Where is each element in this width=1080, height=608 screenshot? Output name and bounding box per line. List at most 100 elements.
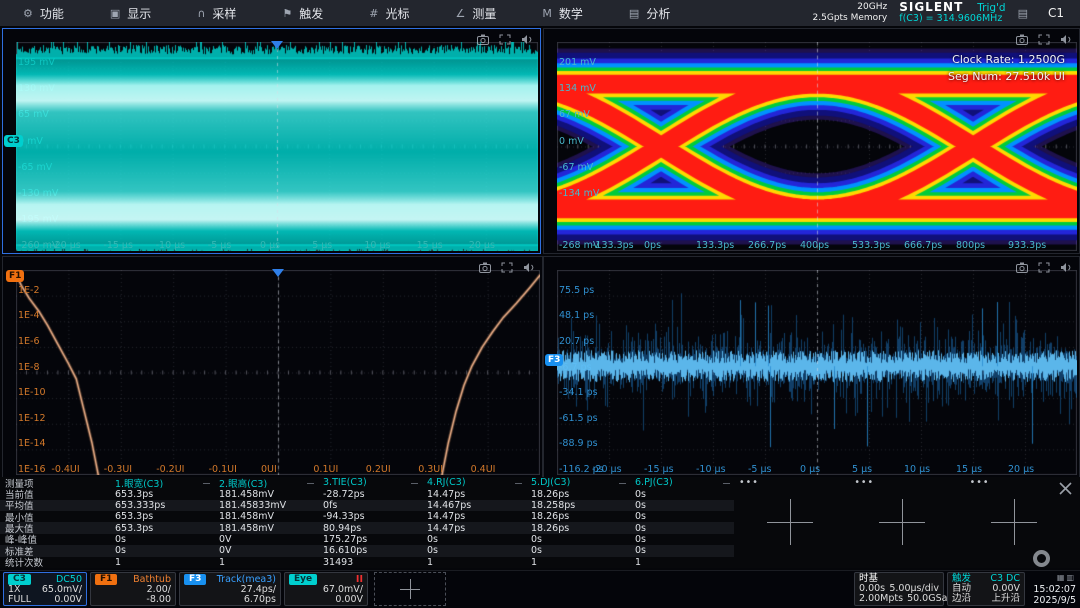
measurement-column-header[interactable]: 6.PJ(C3) — [630, 477, 734, 488]
popout-icon[interactable] — [521, 30, 533, 41]
channel-box-f3[interactable]: F3Track(mea3)27.4ps/6.70ps — [179, 572, 281, 606]
eye-diagram-panel[interactable]: 201 mV134 mV67 mV0 mV-67 mV-134 mV -268 … — [543, 28, 1080, 254]
menu-item-math[interactable]: M数学 — [519, 0, 606, 26]
jitter-track-panel-f3[interactable]: 75.5 ps48.1 ps20.7 ps-6.7 ps-34.1 ps-61.… — [543, 256, 1080, 478]
x-tick-label: 0.1UI — [313, 464, 338, 475]
placeholder-column-header[interactable]: ••• — [734, 477, 849, 488]
popout-icon[interactable] — [523, 258, 535, 269]
fullscreen-icon[interactable] — [501, 258, 513, 269]
corner-tick-label: 1E-16 — [18, 464, 46, 475]
measure-value: 0s — [422, 545, 526, 556]
menu-item-acquire[interactable]: ∩采样 — [174, 0, 259, 26]
channel-box-c3[interactable]: C3DC501X65.0mV/FULL0.00V — [3, 572, 87, 606]
measurement-column-header[interactable]: 2.眼高(C3) — [214, 477, 318, 488]
trigger-position-marker[interactable] — [271, 41, 283, 49]
empty-cell — [849, 557, 964, 568]
add-measurement-button[interactable] — [846, 489, 958, 555]
x-tick-label: -0.3UI — [104, 464, 132, 475]
trigger-status-badge: Trig'd — [977, 2, 1005, 14]
menu-item-trigger[interactable]: ⚑触发 — [259, 0, 346, 26]
placeholder-column-header[interactable]: ••• — [849, 477, 964, 488]
measure-value: 181.458mV — [214, 511, 318, 522]
x-tick-label: 15 µs — [417, 240, 443, 251]
measurement-column-header[interactable]: 3.TIE(C3) — [318, 477, 422, 488]
menu-item-label: 功能 — [40, 5, 64, 22]
camera-icon[interactable] — [477, 30, 489, 41]
measure-value: 653.3ps — [110, 522, 214, 533]
close-table-button[interactable] — [1058, 481, 1073, 496]
measure-value: 0s — [526, 545, 630, 556]
add-measurement-button[interactable] — [958, 489, 1070, 555]
panel-icons — [477, 30, 533, 41]
timebase-box[interactable]: 时基 0.00s 5.00µs/div 2.00Mpts 50.0GSa/s — [854, 572, 944, 606]
header-right-cluster: 20GHz 2.5Gpts Memory SIGLENT Trig'd f(C3… — [813, 1, 1080, 26]
channel-tag: II — [356, 575, 363, 585]
channel-value-right: 0.00V — [335, 595, 363, 605]
channel-value-right: 6.70ps — [244, 595, 276, 605]
bathtub-panel-f1[interactable]: 1E-21E-41E-61E-81E-101E-121E-14 1E-16-0.… — [2, 256, 543, 478]
add-channel-button[interactable] — [374, 572, 446, 606]
x-tick-label: -20 µs — [51, 240, 81, 251]
measure-value: 0s — [630, 488, 734, 499]
add-measurement-button[interactable] — [734, 489, 846, 555]
channel-box-row: 6.70ps — [184, 595, 276, 605]
measure-value: 0s — [422, 534, 526, 545]
menu-item-display[interactable]: ▣显示 — [87, 0, 174, 26]
trigger-box[interactable]: 触发 C3 DC 自动 0.00V 边沿 上升沿 — [947, 572, 1025, 606]
channel-tag: DC50 — [56, 575, 82, 585]
channel-box-eye[interactable]: EyeII67.0mV/0.00V — [284, 572, 368, 606]
display-icon: ▣ — [110, 7, 120, 20]
popout-icon[interactable] — [1060, 30, 1072, 41]
empty-cell — [965, 557, 1080, 568]
x-tick-label: 5 µs — [852, 464, 872, 475]
x-tick-label: -15 µs — [103, 240, 133, 251]
channel-badge-label: F3 — [184, 574, 206, 585]
channel-value-right: -8.00 — [146, 595, 171, 605]
empty-cell — [734, 557, 849, 568]
channel-indicator[interactable]: C1 — [1040, 6, 1072, 20]
waveform-panel-c3[interactable]: 195 mV130 mV65 mV0 mV-65 mV-130 mV-195 m… — [2, 28, 541, 254]
measure-value: 31493 — [318, 557, 422, 568]
plus-icon — [400, 579, 420, 599]
measure-value: 0s — [110, 545, 214, 556]
x-tick-label: 533.3ps — [852, 240, 890, 251]
fullscreen-icon[interactable] — [1038, 30, 1050, 41]
measurement-column-header[interactable]: 1.眼宽(C3) — [110, 477, 214, 488]
plot-area-eye: 201 mV134 mV67 mV0 mV-67 mV-134 mV -268 … — [557, 42, 1077, 251]
clipboard-icon[interactable]: ▤ — [1018, 7, 1028, 20]
trigger-position-marker[interactable] — [272, 269, 284, 277]
channel-box-f1[interactable]: F1Bathtub2.00/-8.00 — [90, 572, 176, 606]
y-tick-label: 201 mV — [559, 57, 596, 68]
channel-badge-c3[interactable]: C3 — [4, 135, 23, 147]
x-tick-label: 10 µs — [904, 464, 930, 475]
camera-icon[interactable] — [1016, 258, 1028, 269]
x-tick-label: 666.7ps — [904, 240, 942, 251]
fullscreen-icon[interactable] — [1038, 258, 1050, 269]
menu-item-cursor[interactable]: #光标 — [346, 0, 432, 26]
camera-icon[interactable] — [479, 258, 491, 269]
cursor-icon: # — [369, 7, 378, 20]
clock-date: 2025/9/5 — [1028, 595, 1076, 606]
fullscreen-icon[interactable] — [499, 30, 511, 41]
timebase-points: 2.00Mpts — [859, 594, 903, 604]
x-tick-label: 266.7ps — [748, 240, 786, 251]
measure-value: 175.27ps — [318, 534, 422, 545]
menu-item-label: 分析 — [646, 5, 670, 22]
measurement-column-header[interactable]: 4.RJ(C3) — [422, 477, 526, 488]
plot-area-c3: 195 mV130 mV65 mV0 mV-65 mV-130 mV-195 m… — [16, 42, 538, 251]
y-tick-label: 1E-8 — [18, 362, 40, 373]
measure-value: 653.3ps — [110, 488, 214, 499]
measure-value: 0s — [630, 545, 734, 556]
menu-item-analysis[interactable]: ▤分析 — [606, 0, 693, 26]
menu-item-function[interactable]: ⚙功能 — [0, 0, 87, 26]
measurement-column-header[interactable]: 5.DJ(C3) — [526, 477, 630, 488]
menu-item-measure[interactable]: ∠测量 — [433, 0, 520, 26]
x-tick-label: -10 µs — [156, 240, 186, 251]
channel-badge-f1[interactable]: F1 — [6, 270, 24, 282]
camera-icon[interactable] — [1016, 30, 1028, 41]
channel-badge-f3[interactable]: F3 — [545, 354, 563, 366]
status-icons: ▦▥ — [1028, 572, 1076, 583]
popout-icon[interactable] — [1060, 258, 1072, 269]
x-axis-ticks: 1E-16-0.4UI-0.3UI-0.2UI-0.1UI0UI0.1UI0.2… — [16, 462, 540, 475]
measure-value: 181.458mV — [214, 488, 318, 499]
